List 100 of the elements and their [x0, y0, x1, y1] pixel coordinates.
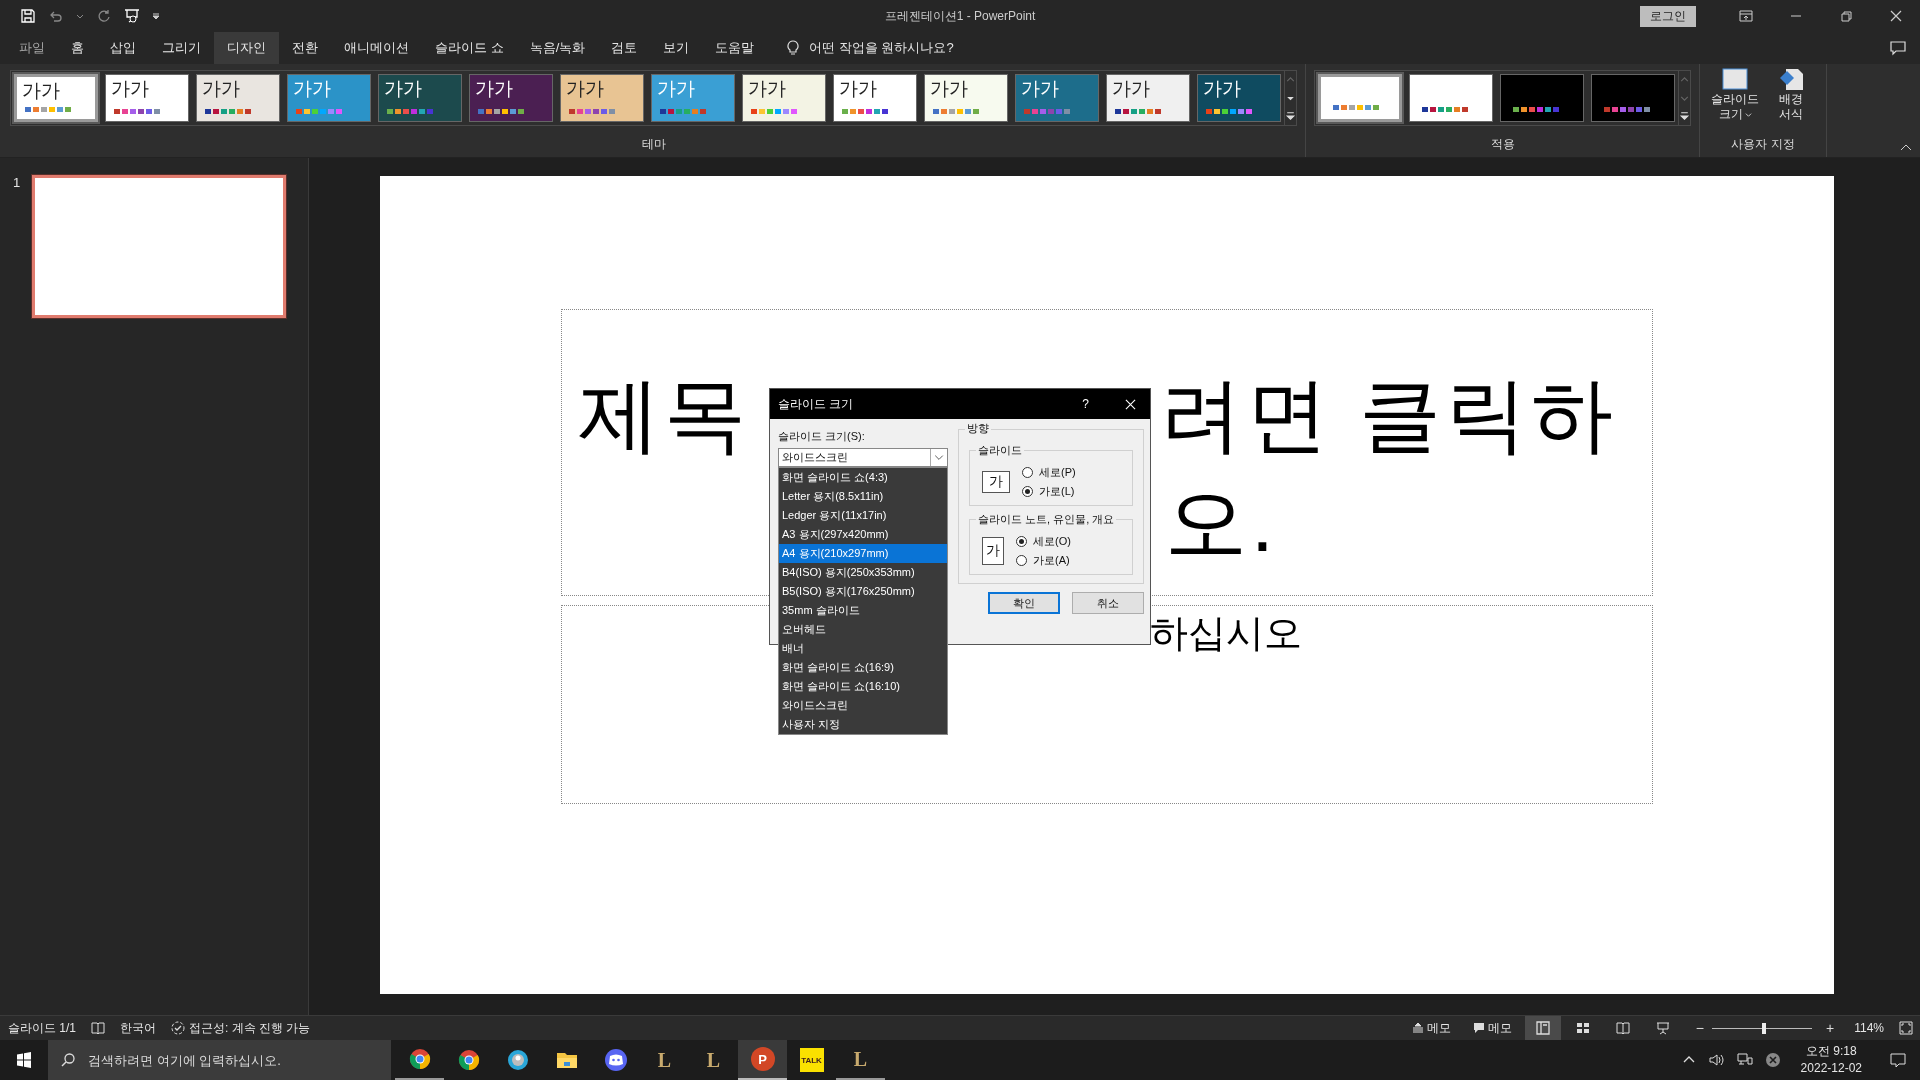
ribbon-button[interactable]: 슬라이드 크기	[1710, 66, 1760, 122]
language-status[interactable]: 한국어	[120, 1019, 156, 1037]
accessibility-status[interactable]: 접근성: 계속 진행 가능	[189, 1019, 311, 1037]
ribbon-tab[interactable]: 파일	[6, 32, 58, 64]
size-dropdown[interactable]: 와이드스크린	[778, 448, 948, 467]
taskbar-app[interactable]: L	[640, 1040, 689, 1080]
zoom-out-button[interactable]: −	[1695, 1020, 1704, 1036]
variant-thumbnail[interactable]	[1318, 74, 1402, 122]
taskbar-app[interactable]: P	[738, 1040, 787, 1080]
notes-icon[interactable]	[1411, 1022, 1424, 1034]
view-button[interactable]	[1524, 1016, 1561, 1040]
close-icon[interactable]	[1888, 8, 1904, 24]
present-icon[interactable]	[124, 8, 140, 24]
error-icon[interactable]	[1764, 1052, 1781, 1068]
radio-option[interactable]: 가로(A)	[1016, 553, 1071, 568]
radio-option[interactable]: 세로(O)	[1016, 534, 1071, 549]
theme-thumbnail[interactable]: 가가	[378, 74, 462, 122]
grid-view-icon[interactable]	[1574, 1020, 1591, 1036]
variant-thumbnail[interactable]	[1591, 74, 1675, 122]
search-icon[interactable]	[60, 1052, 76, 1068]
comment-icon[interactable]	[1472, 1022, 1485, 1034]
taskbar-app[interactable]: L	[836, 1040, 885, 1080]
theme-thumbnail[interactable]: 가가	[105, 74, 189, 122]
network-icon[interactable]	[1736, 1052, 1753, 1068]
notes-button[interactable]: 메모	[1407, 1019, 1455, 1037]
notification-icon[interactable]	[1890, 1052, 1906, 1068]
dropdown-option[interactable]: 오버헤드	[779, 620, 947, 639]
dropdown-option[interactable]: B4(ISO) 용지(250x353mm)	[779, 563, 947, 582]
slide-thumbnail[interactable]	[32, 175, 286, 318]
ribbon-tab[interactable]: 디자인	[214, 32, 279, 64]
theme-thumbnail[interactable]: 가가	[924, 74, 1008, 122]
ribbon-display-icon[interactable]	[1738, 8, 1754, 24]
restore-icon[interactable]	[1838, 8, 1854, 24]
radio-option[interactable]: 가로(L)	[1022, 484, 1076, 499]
theme-thumbnail[interactable]: 가가	[742, 74, 826, 122]
caret-icon[interactable]	[1744, 111, 1752, 118]
browser-icon[interactable]	[456, 1048, 481, 1072]
theme-thumbnail[interactable]: 가가	[14, 74, 98, 122]
customize-caret-icon[interactable]	[152, 12, 160, 20]
dropdown-option[interactable]: Ledger 용지(11x17in)	[779, 506, 947, 525]
taskbar-app[interactable]: L	[689, 1040, 738, 1080]
taskbar-app[interactable]: TALK	[787, 1040, 836, 1080]
zoom-level[interactable]: 114%	[1854, 1021, 1884, 1035]
theme-thumbnail[interactable]: 가가	[560, 74, 644, 122]
radio-option[interactable]: 세로(P)	[1022, 465, 1076, 480]
clock-time[interactable]: 오전 9:18	[1805, 1043, 1857, 1060]
theme-thumbnail[interactable]: 가가	[196, 74, 280, 122]
dropdown-option[interactable]: Letter 용지(8.5x11in)	[779, 487, 947, 506]
login-button[interactable]: 로그인	[1640, 5, 1696, 27]
comments-icon[interactable]	[1890, 40, 1906, 56]
dropdown-option[interactable]: A3 용지(297x420mm)	[779, 525, 947, 544]
variant-thumbnail[interactable]	[1500, 74, 1584, 122]
dropdown-option[interactable]: 와이드스크린	[779, 696, 947, 715]
theme-thumbnail[interactable]: 가가	[1197, 74, 1281, 122]
normal-view-icon[interactable]	[1534, 1020, 1551, 1036]
cancel-button[interactable]: 취소	[1072, 592, 1144, 614]
redo-icon[interactable]	[96, 8, 112, 24]
ribbon-tab[interactable]: 홈	[58, 32, 97, 64]
ribbon-tab[interactable]: 보기	[650, 32, 703, 64]
spelling-icon[interactable]	[90, 1020, 106, 1036]
ribbon-tab[interactable]: 녹음/녹화	[516, 32, 599, 64]
lightbulb-icon[interactable]	[785, 40, 802, 56]
clock-date[interactable]: 2022-12-02	[1800, 1060, 1862, 1077]
book-icon[interactable]	[1614, 1020, 1631, 1036]
accessibility-icon[interactable]	[170, 1020, 186, 1036]
ribbon-tab[interactable]: 그리기	[149, 32, 214, 64]
variant-thumbnail[interactable]	[1409, 74, 1493, 122]
ribbon-tab[interactable]: 애니메이션	[331, 32, 422, 64]
dropdown-option[interactable]: 화면 슬라이드 쇼(4:3)	[779, 468, 947, 487]
ribbon-tab[interactable]: 검토	[598, 32, 651, 64]
globe-icon[interactable]	[505, 1048, 530, 1072]
tell-me-search[interactable]: 어떤 작업을 원하시나요?	[809, 39, 954, 57]
start-icon[interactable]	[16, 1052, 32, 1068]
save-icon[interactable]	[20, 8, 36, 24]
theme-thumbnail[interactable]: 가가	[1015, 74, 1099, 122]
close-icon[interactable]	[1125, 398, 1136, 410]
ribbon-tab[interactable]: 도움말	[702, 32, 768, 64]
collapse-ribbon-icon[interactable]	[1900, 143, 1912, 151]
fit-to-window-icon[interactable]	[1898, 1020, 1914, 1036]
theme-thumbnail[interactable]: 가가	[1106, 74, 1190, 122]
speaker-icon[interactable]	[1708, 1052, 1725, 1068]
dropdown-option[interactable]: 화면 슬라이드 쇼(16:9)	[779, 658, 947, 677]
dropdown-option[interactable]: 배너	[779, 639, 947, 658]
taskbar-search-field[interactable]: 검색하려면 여기에 입력하십시오.	[48, 1040, 391, 1080]
projector-screen-icon[interactable]	[1654, 1020, 1671, 1036]
dropdown-option[interactable]: 화면 슬라이드 쇼(16:10)	[779, 677, 947, 696]
slide-size-icon[interactable]	[1720, 66, 1750, 92]
ribbon-button[interactable]: 배경 서식	[1766, 66, 1816, 122]
ribbon-tab[interactable]: 전환	[279, 32, 331, 64]
ribbon-tab[interactable]: 슬라이드 쇼	[422, 32, 517, 64]
ribbon-tab[interactable]: 삽입	[97, 32, 149, 64]
dropdown-option[interactable]: A4 용지(210x297mm)	[779, 544, 947, 563]
browser-icon[interactable]	[407, 1047, 432, 1071]
theme-thumbnail[interactable]: 가가	[469, 74, 553, 122]
zoom-in-button[interactable]: +	[1826, 1020, 1835, 1036]
caret-icon[interactable]	[76, 12, 84, 20]
help-button[interactable]: ?	[1076, 396, 1095, 412]
ok-button[interactable]: 확인	[988, 592, 1060, 614]
dropdown-option[interactable]: 사용자 지정	[779, 715, 947, 734]
chat-app-icon[interactable]	[603, 1048, 628, 1072]
